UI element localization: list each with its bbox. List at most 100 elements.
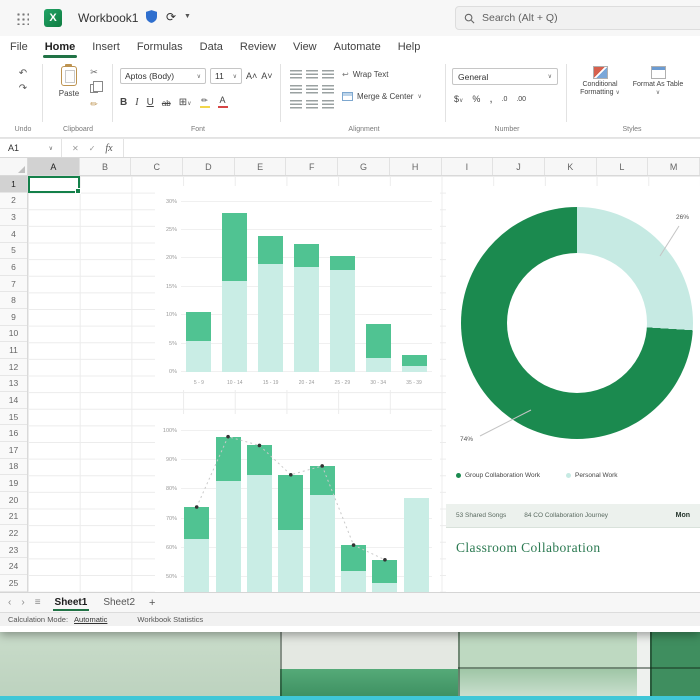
row-header-15[interactable]: 15 — [0, 409, 27, 426]
chart-stacked-bar-ages[interactable]: 0%5%10%15%20%25%30%5 - 910 - 1415 - 1920… — [155, 186, 440, 390]
copy-icon[interactable] — [90, 82, 98, 95]
app-launcher-icon[interactable] — [16, 12, 29, 25]
row-header-4[interactable]: 4 — [0, 226, 27, 243]
column-header-A[interactable]: A — [28, 158, 80, 175]
row-header-6[interactable]: 6 — [0, 259, 27, 276]
increase-font-icon[interactable]: A˄ — [246, 71, 257, 81]
align-right-icon[interactable] — [322, 85, 334, 94]
row-header-2[interactable]: 2 — [0, 193, 27, 210]
percent-button[interactable]: % — [472, 94, 480, 104]
calc-mode-value[interactable]: Automatic — [74, 615, 107, 624]
row-header-23[interactable]: 23 — [0, 542, 27, 559]
menu-tab-data[interactable]: Data — [200, 41, 223, 53]
cell-styles-button[interactable]: Styles ∨ — [688, 66, 700, 89]
row-header-18[interactable]: 18 — [0, 459, 27, 476]
format-painter-icon[interactable]: ✏ — [90, 98, 98, 111]
fill-color-button[interactable]: ✏ — [200, 96, 210, 109]
currency-button[interactable]: $∨ — [454, 94, 463, 104]
row-header-10[interactable]: 10 — [0, 326, 27, 343]
row-header-1[interactable]: 1 — [0, 176, 27, 193]
redo-button[interactable]: ↷ — [19, 83, 27, 94]
align-top-icon[interactable] — [290, 70, 302, 79]
comma-style-button[interactable]: , — [489, 93, 492, 105]
workbook-title[interactable]: Workbook1 — [78, 11, 138, 25]
row-header-22[interactable]: 22 — [0, 525, 27, 542]
decrease-decimal-button[interactable]: .00 — [516, 96, 526, 103]
menu-tab-automate[interactable]: Automate — [334, 41, 381, 53]
row-header-24[interactable]: 24 — [0, 558, 27, 575]
workbook-statistics[interactable]: Workbook Statistics — [137, 615, 203, 624]
row-header-25[interactable]: 25 — [0, 575, 27, 592]
strikethrough-button[interactable]: ab — [162, 99, 171, 108]
cancel-entry-icon[interactable]: ✕ — [72, 144, 79, 153]
merge-center-button[interactable]: Merge & Center ∨ — [342, 92, 422, 101]
row-header-21[interactable]: 21 — [0, 509, 27, 526]
decrease-indent-icon[interactable] — [290, 100, 302, 109]
font-name-select[interactable]: Aptos (Body)∨ — [120, 68, 206, 84]
menu-tab-help[interactable]: Help — [398, 41, 421, 53]
bold-button[interactable]: B — [120, 97, 127, 108]
prev-sheet-icon[interactable]: ‹ — [8, 597, 11, 608]
row-header-16[interactable]: 16 — [0, 425, 27, 442]
increase-indent-icon[interactable] — [306, 100, 318, 109]
column-header-I[interactable]: I — [442, 158, 494, 175]
row-header-13[interactable]: 13 — [0, 376, 27, 393]
row-header-12[interactable]: 12 — [0, 359, 27, 376]
name-box[interactable]: A1∨ — [0, 139, 62, 157]
wrap-text-button[interactable]: ↩ Wrap Text — [342, 70, 388, 79]
align-middle-icon[interactable] — [306, 70, 318, 79]
column-header-K[interactable]: K — [545, 158, 597, 175]
column-header-B[interactable]: B — [80, 158, 132, 175]
align-left-icon[interactable] — [290, 85, 302, 94]
row-header-9[interactable]: 9 — [0, 309, 27, 326]
row-header-17[interactable]: 17 — [0, 442, 27, 459]
column-header-H[interactable]: H — [390, 158, 442, 175]
row-header-11[interactable]: 11 — [0, 342, 27, 359]
autosave-sync-icon[interactable]: ⟳ — [166, 10, 176, 24]
sheet-tab-sheet1[interactable]: Sheet1 — [51, 593, 92, 612]
decrease-font-icon[interactable]: A˅ — [261, 71, 272, 81]
align-center-icon[interactable] — [306, 85, 318, 94]
column-header-J[interactable]: J — [493, 158, 545, 175]
menu-tab-file[interactable]: File — [10, 41, 28, 53]
column-header-C[interactable]: C — [131, 158, 183, 175]
row-header-8[interactable]: 8 — [0, 292, 27, 309]
column-header-M[interactable]: M — [648, 158, 700, 175]
borders-button[interactable]: ⊞∨ — [179, 97, 192, 108]
undo-button[interactable]: ↶ — [19, 68, 27, 79]
orientation-icon[interactable] — [322, 100, 334, 109]
menu-tab-formulas[interactable]: Formulas — [137, 41, 183, 53]
font-color-button[interactable]: A — [218, 95, 228, 109]
font-size-select[interactable]: 11∨ — [210, 68, 242, 84]
menu-tab-view[interactable]: View — [293, 41, 317, 53]
column-header-G[interactable]: G — [338, 158, 390, 175]
chart-stacked-bar-trend[interactable]: 50%60%70%80%90%100% — [155, 414, 440, 592]
underline-button[interactable]: U — [147, 97, 154, 108]
format-as-table-button[interactable]: Format As Table ∨ — [630, 66, 686, 98]
paste-button[interactable]: Paste — [52, 66, 86, 98]
insert-function-icon[interactable]: fx — [105, 143, 112, 154]
row-header-7[interactable]: 7 — [0, 276, 27, 293]
number-format-select[interactable]: General∨ — [452, 68, 558, 85]
menu-tab-home[interactable]: Home — [45, 41, 76, 53]
chevron-down-icon[interactable]: ▼ — [184, 13, 191, 20]
align-bottom-icon[interactable] — [322, 70, 334, 79]
cut-icon[interactable]: ✂ — [90, 66, 98, 79]
column-header-F[interactable]: F — [286, 158, 338, 175]
conditional-formatting-button[interactable]: Conditional Formatting ∨ — [572, 66, 628, 98]
confirm-entry-icon[interactable]: ✓ — [89, 144, 96, 153]
next-sheet-icon[interactable]: › — [21, 597, 24, 608]
selected-cell-A1[interactable] — [28, 176, 80, 193]
select-all-corner[interactable] — [0, 158, 28, 176]
column-header-E[interactable]: E — [235, 158, 287, 175]
menu-tab-review[interactable]: Review — [240, 41, 276, 53]
increase-decimal-button[interactable]: .0 — [502, 96, 508, 103]
sheet-list-icon[interactable]: ≡ — [35, 597, 41, 608]
row-header-3[interactable]: 3 — [0, 209, 27, 226]
column-header-D[interactable]: D — [183, 158, 235, 175]
menu-tab-insert[interactable]: Insert — [92, 41, 120, 53]
search-input[interactable]: Search (Alt + Q) — [455, 6, 700, 30]
add-sheet-button[interactable]: + — [149, 597, 155, 609]
row-header-20[interactable]: 20 — [0, 492, 27, 509]
donut-and-stats-card[interactable]: 26% 74% Group Collaboration WorkPersonal… — [446, 186, 700, 592]
